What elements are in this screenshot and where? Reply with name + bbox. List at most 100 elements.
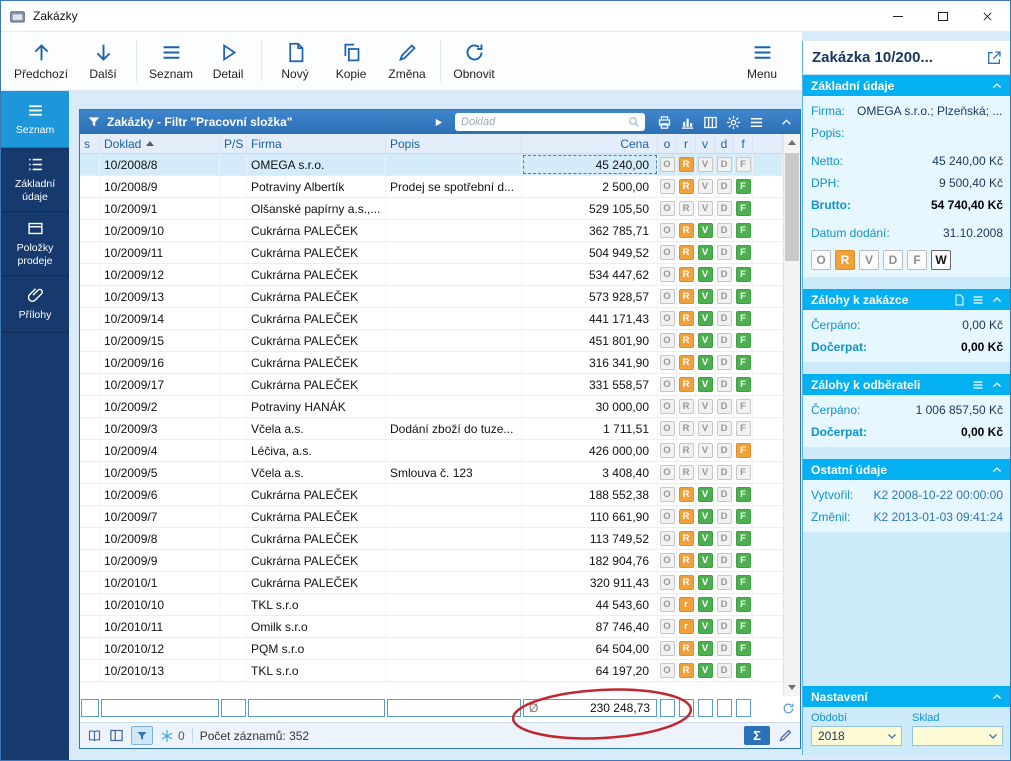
- table-row[interactable]: 10/2009/9Cukrárna PALEČEK182 904,76ORVDF: [80, 550, 783, 572]
- table-row[interactable]: 10/2009/3Včela a.s.Dodání zboží do tuze.…: [80, 418, 783, 440]
- table-row[interactable]: 10/2010/1Cukrárna PALEČEK320 911,43ORVDF: [80, 572, 783, 594]
- cell-text: 426 000,00: [589, 444, 649, 458]
- toolbar-button-dalsi[interactable]: Další: [75, 35, 131, 87]
- table-row[interactable]: 10/2009/1Olšanské papírny a.s.,...529 10…: [80, 198, 783, 220]
- toolbar-button-detail[interactable]: Detail: [200, 35, 256, 87]
- column-header-doklad[interactable]: Doklad: [100, 134, 220, 153]
- doc-button[interactable]: [953, 294, 965, 306]
- table-row[interactable]: 10/2008/9Potraviny AlbertíkProdej se spo…: [80, 176, 783, 198]
- collapse-button[interactable]: [991, 294, 1003, 306]
- table-row[interactable]: 10/2009/12Cukrárna PALEČEK534 447,62ORVD…: [80, 264, 783, 286]
- vertical-scrollbar[interactable]: [783, 134, 800, 696]
- column-header-cena[interactable]: Cena: [522, 134, 658, 153]
- toolbar-button-predchozi[interactable]: Předchozí: [7, 35, 75, 87]
- columns-button[interactable]: [703, 115, 718, 130]
- cell-popis: [386, 352, 522, 373]
- toolbar-button-kopie[interactable]: Kopie: [323, 35, 379, 87]
- scroll-down-button[interactable]: [784, 679, 800, 696]
- close-button[interactable]: [965, 1, 1010, 31]
- panel-flag-O[interactable]: O: [811, 250, 831, 270]
- panel-section-header[interactable]: Zálohy k zakázce: [803, 289, 1011, 310]
- table-row[interactable]: 10/2009/4Léčiva, a.s.426 000,00ORVDF: [80, 440, 783, 462]
- menu-button[interactable]: [972, 379, 984, 391]
- sidebar-item-polozky-prodeje[interactable]: Položky prodeje: [1, 212, 69, 276]
- panel-section-header[interactable]: Základní údaje: [803, 75, 1011, 96]
- toolbar-button-obnovit[interactable]: Obnovit: [446, 35, 502, 87]
- funnel-icon: [87, 115, 101, 129]
- table-row[interactable]: 10/2010/12PQM s.r.o64 504,00ORVDF: [80, 638, 783, 660]
- sidebar-item-zakladni-udaje[interactable]: Základní údaje: [1, 148, 69, 212]
- table-row[interactable]: 10/2009/10Cukrárna PALEČEK362 785,71ORVD…: [80, 220, 783, 242]
- table-row[interactable]: 10/2009/14Cukrárna PALEČEK441 171,43ORVD…: [80, 308, 783, 330]
- column-header-filler[interactable]: [753, 134, 783, 153]
- panel-flag-D[interactable]: D: [883, 250, 903, 270]
- menu-button[interactable]: [972, 294, 984, 306]
- table-row[interactable]: 10/2008/8OMEGA s.r.o.45 240,00ORVDF: [80, 154, 783, 176]
- table-row[interactable]: 10/2010/11Omilk s.r.o87 746,40OrVDF: [80, 616, 783, 638]
- column-header-v[interactable]: v: [696, 134, 715, 153]
- table-row[interactable]: 10/2009/8Cukrárna PALEČEK113 749,52ORVDF: [80, 528, 783, 550]
- scroll-up-button[interactable]: [784, 134, 800, 151]
- aggregate-cell: [715, 699, 734, 717]
- panel-section-header[interactable]: Zálohy k odběrateli: [803, 374, 1011, 395]
- cell-flag-d: D: [715, 374, 734, 395]
- scrollbar-thumb[interactable]: [785, 153, 799, 261]
- toolbar-button-novy[interactable]: Nový: [267, 35, 323, 87]
- active-filter-button[interactable]: [131, 726, 153, 745]
- table-row[interactable]: 10/2009/2Potraviny HANÁK30 000,00ORVDF: [80, 396, 783, 418]
- table-row[interactable]: 10/2009/13Cukrárna PALEČEK573 928,57ORVD…: [80, 286, 783, 308]
- layout-icon[interactable]: [109, 728, 124, 743]
- column-header-d[interactable]: d: [715, 134, 734, 153]
- column-header-s[interactable]: s: [80, 134, 100, 153]
- panel-flag-V[interactable]: V: [859, 250, 879, 270]
- table-row[interactable]: 10/2009/15Cukrárna PALEČEK451 801,90ORVD…: [80, 330, 783, 352]
- play-icon[interactable]: [433, 117, 444, 128]
- refresh-small-button[interactable]: [782, 702, 795, 715]
- sidebar-item-seznam[interactable]: Seznam: [1, 91, 69, 148]
- flag-badge: O: [660, 355, 675, 370]
- table-row[interactable]: 10/2009/11Cukrárna PALEČEK504 949,52ORVD…: [80, 242, 783, 264]
- column-header-o[interactable]: o: [658, 134, 677, 153]
- collapse-button[interactable]: [991, 691, 1003, 703]
- table-row[interactable]: 10/2009/5Včela a.s.Smlouva č. 1233 408,4…: [80, 462, 783, 484]
- table-row[interactable]: 10/2009/17Cukrárna PALEČEK331 558,57ORVD…: [80, 374, 783, 396]
- table-row[interactable]: 10/2010/10TKL s.r.o44 543,60OrVDF: [80, 594, 783, 616]
- column-header-firma[interactable]: Firma: [247, 134, 386, 153]
- maximize-button[interactable]: [920, 1, 965, 31]
- panel-flag-R[interactable]: R: [835, 250, 855, 270]
- chart-button[interactable]: [680, 115, 695, 130]
- table-row[interactable]: 10/2009/16Cukrárna PALEČEK316 341,90ORVD…: [80, 352, 783, 374]
- toolbar-button-zmena[interactable]: Změna: [379, 35, 435, 87]
- collapse-button[interactable]: [991, 80, 1003, 92]
- gear-button[interactable]: [726, 115, 741, 130]
- collapse-button[interactable]: [991, 379, 1003, 391]
- toolbar-button-seznam[interactable]: Seznam: [142, 35, 200, 87]
- panel-flag-F[interactable]: F: [907, 250, 927, 270]
- menu-button[interactable]: [749, 115, 764, 130]
- minimize-button[interactable]: [875, 1, 920, 31]
- snowflake-icon[interactable]: [160, 729, 174, 743]
- column-header-p-s[interactable]: P/S: [220, 134, 247, 153]
- pencil-icon[interactable]: [778, 728, 793, 743]
- sum-button[interactable]: Σ: [744, 726, 770, 745]
- panel-flag-W[interactable]: W: [931, 250, 951, 270]
- settings-field-select[interactable]: [912, 726, 1003, 746]
- chevron-up-icon: [991, 80, 1003, 92]
- column-header-popis[interactable]: Popis: [386, 134, 522, 153]
- column-header-f[interactable]: f: [734, 134, 753, 153]
- panel-section-header[interactable]: Nastavení: [803, 686, 1011, 707]
- settings-field-select[interactable]: 2018: [811, 726, 902, 746]
- panel-section-header[interactable]: Ostatní údaje: [803, 459, 1011, 480]
- table-row[interactable]: 10/2009/6Cukrárna PALEČEK188 552,38ORVDF: [80, 484, 783, 506]
- table-row[interactable]: 10/2010/13TKL s.r.o64 197,20ORVDF: [80, 660, 783, 682]
- chevron-up-icon[interactable]: [780, 116, 793, 129]
- menu-button[interactable]: Menu: [734, 35, 790, 87]
- table-row[interactable]: 10/2009/7Cukrárna PALEČEK110 661,90ORVDF: [80, 506, 783, 528]
- column-header-r[interactable]: r: [677, 134, 696, 153]
- printer-button[interactable]: [657, 115, 672, 130]
- search-input[interactable]: [461, 116, 628, 128]
- external-link-icon[interactable]: [986, 50, 1002, 66]
- sidebar-item-prilohy[interactable]: Přílohy: [1, 276, 69, 333]
- collapse-button[interactable]: [991, 464, 1003, 476]
- book-icon[interactable]: [87, 728, 102, 743]
